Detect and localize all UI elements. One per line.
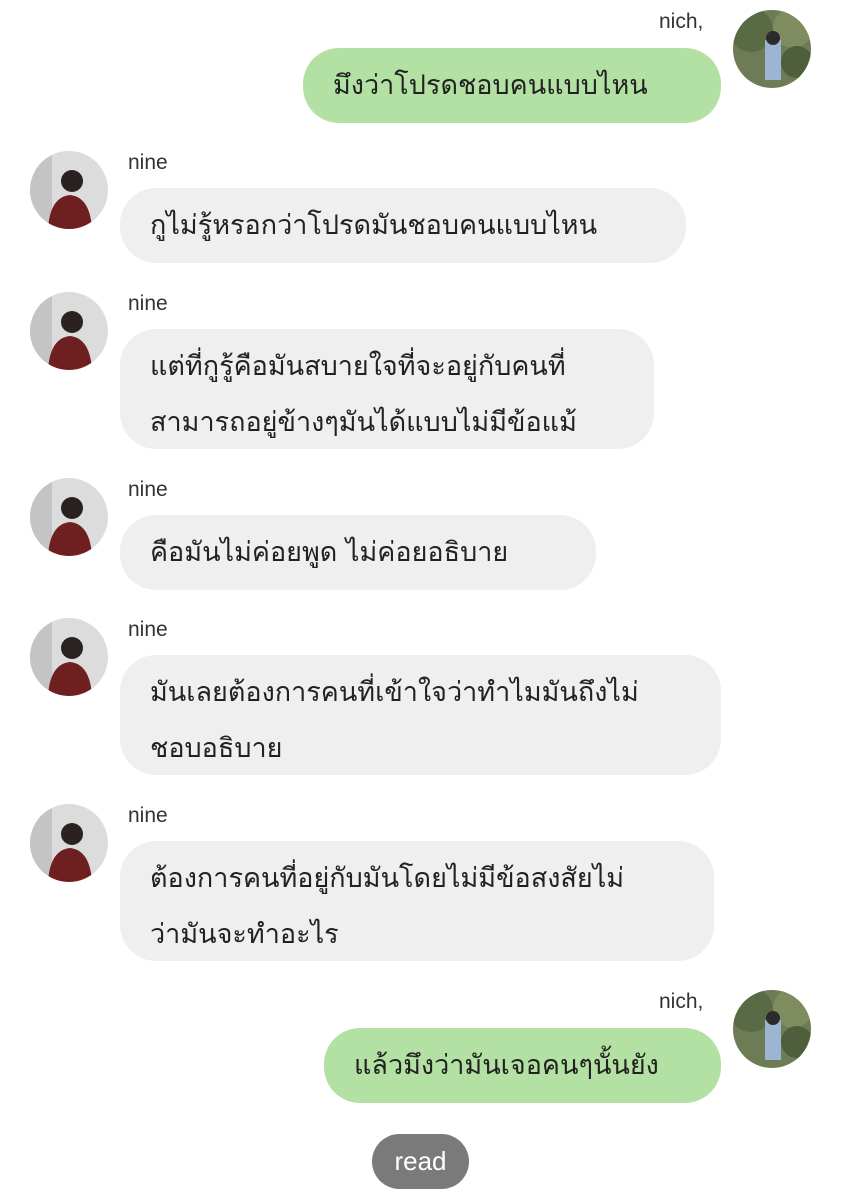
sender-name: nich, <box>659 10 704 33</box>
sender-name: nich, <box>659 990 704 1013</box>
avatar[interactable] <box>30 478 108 556</box>
message-text: แล้วมึงว่ามันเจอคนๆนั้นยัง <box>354 1050 659 1081</box>
message-bubble-incoming[interactable]: กูไม่รู้หรอกว่าโปรดมันชอบคนแบบไหน <box>120 188 686 263</box>
message-text: ชอบอธิบาย <box>150 733 283 764</box>
avatar-photo-person <box>30 151 108 229</box>
avatar[interactable] <box>733 990 811 1068</box>
sender-name: nine <box>128 151 168 174</box>
avatar[interactable] <box>30 151 108 229</box>
avatar[interactable] <box>733 10 811 88</box>
sender-name: nine <box>128 804 168 827</box>
avatar[interactable] <box>30 618 108 696</box>
message-text: มึงว่าโปรดชอบคนแบบไหน <box>333 70 648 101</box>
message-text: มันเลยต้องการคนที่เข้าใจว่าทำไมมันถึงไม่ <box>150 677 639 708</box>
avatar[interactable] <box>30 804 108 882</box>
read-receipt-badge: read <box>372 1134 469 1189</box>
avatar-photo-person <box>30 292 108 370</box>
sender-name: nine <box>128 478 168 501</box>
message-text: กูไม่รู้หรอกว่าโปรดมันชอบคนแบบไหน <box>150 210 598 241</box>
message-bubble-incoming[interactable]: แต่ที่กูรู้คือมันสบายใจที่จะอยู่กับคนที่… <box>120 329 654 449</box>
message-bubble-incoming[interactable]: คือมันไม่ค่อยพูด ไม่ค่อยอธิบาย <box>120 515 596 590</box>
avatar-photo-person <box>30 804 108 882</box>
message-text: ต้องการคนที่อยู่กับมันโดยไม่มีข้อสงสัยไม… <box>150 863 625 894</box>
avatar-photo-outdoor <box>733 990 811 1068</box>
message-text: สามารถอยู่ข้างๆมันได้แบบไม่มีข้อแม้ <box>150 407 577 438</box>
sender-name: nine <box>128 618 168 641</box>
avatar[interactable] <box>30 292 108 370</box>
message-text: คือมันไม่ค่อยพูด ไม่ค่อยอธิบาย <box>150 537 509 568</box>
message-bubble-outgoing[interactable]: มึงว่าโปรดชอบคนแบบไหน <box>303 48 721 123</box>
avatar-photo-person <box>30 618 108 696</box>
avatar-photo-person <box>30 478 108 556</box>
message-bubble-outgoing[interactable]: แล้วมึงว่ามันเจอคนๆนั้นยัง <box>324 1028 721 1103</box>
avatar-photo-outdoor <box>733 10 811 88</box>
message-bubble-incoming[interactable]: ต้องการคนที่อยู่กับมันโดยไม่มีข้อสงสัยไม… <box>120 841 714 961</box>
message-bubble-incoming[interactable]: มันเลยต้องการคนที่เข้าใจว่าทำไมมันถึงไม่… <box>120 655 721 775</box>
message-text: ว่ามันจะทำอะไร <box>150 919 339 950</box>
sender-name: nine <box>128 292 168 315</box>
message-text: แต่ที่กูรู้คือมันสบายใจที่จะอยู่กับคนที่ <box>150 351 566 382</box>
